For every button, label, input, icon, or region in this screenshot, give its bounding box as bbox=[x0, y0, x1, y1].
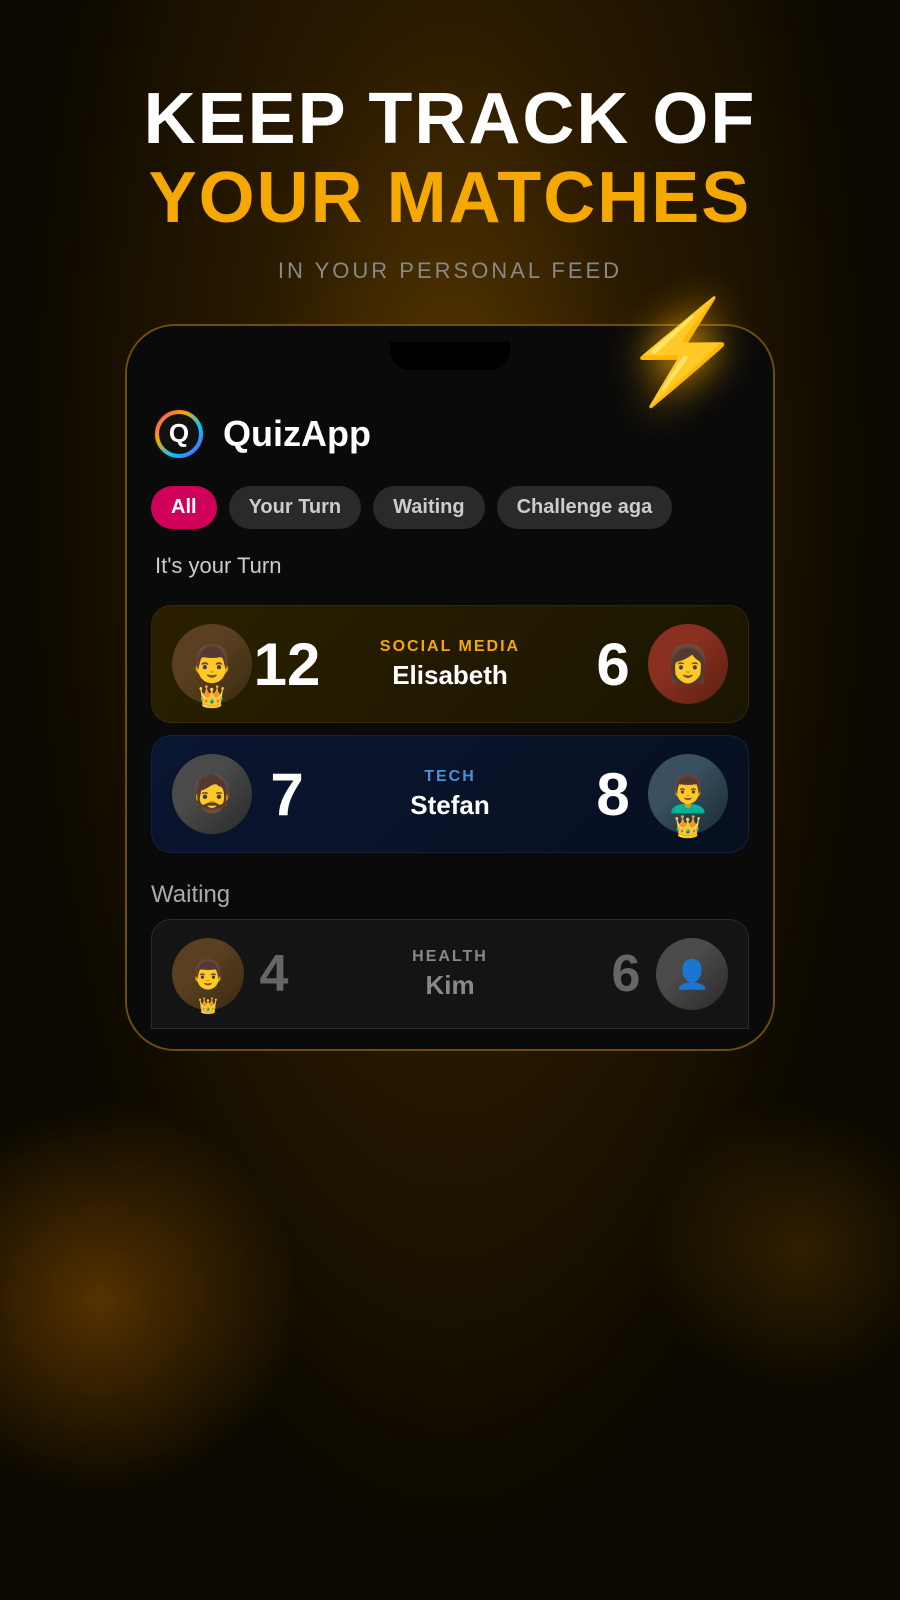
tab-all[interactable]: All bbox=[151, 486, 217, 529]
match-center-social: SOCIAL MEDIA Elisabeth bbox=[322, 638, 578, 691]
my-avatar-img-tech: 🧔 bbox=[172, 754, 252, 834]
my-avatar-tech: 🧔 bbox=[172, 754, 252, 834]
my-score-tech: 7 bbox=[252, 760, 322, 829]
my-score-health: 4 bbox=[244, 944, 304, 1004]
match-center-tech: TECH Stefan bbox=[322, 768, 578, 821]
opp-avatar-tech: 👨‍🦱 👑 bbox=[648, 754, 728, 834]
svg-text:Q: Q bbox=[169, 418, 189, 448]
match-category-tech: TECH bbox=[332, 768, 568, 786]
match-category-health: HEALTH bbox=[314, 948, 586, 966]
match-opponent-health: Kim bbox=[314, 970, 586, 1001]
match-center-health: HEALTH Kim bbox=[304, 948, 596, 1001]
filter-tabs: All Your Turn Waiting Challenge aga bbox=[151, 486, 749, 529]
tab-your-turn[interactable]: Your Turn bbox=[229, 486, 362, 529]
match-opponent-social: Elisabeth bbox=[332, 660, 568, 691]
match-card-tech[interactable]: 🧔 7 TECH Stefan 8 👨‍🦱 👑 bbox=[151, 735, 749, 853]
match-category-social: SOCIAL MEDIA bbox=[332, 638, 568, 656]
match-opponent-tech: Stefan bbox=[332, 790, 568, 821]
match-card-social-media[interactable]: 👨 👑 12 SOCIAL MEDIA Elisabeth 6 👩 bbox=[151, 605, 749, 723]
main-content: KEEP TRACK OF YOUR MATCHES IN YOUR PERSO… bbox=[0, 0, 900, 1600]
opp-avatar-img-social: 👩 bbox=[648, 624, 728, 704]
app-logo-icon: Q bbox=[151, 406, 207, 462]
my-avatar-health: 👨 👑 bbox=[172, 938, 244, 1010]
header-title-line2: YOUR MATCHES bbox=[144, 159, 757, 238]
your-turn-section-label: It's your Turn bbox=[151, 553, 749, 579]
phone-mockup: ⚡ Q bbox=[125, 324, 775, 1051]
app-logo-row: Q QuizApp bbox=[151, 406, 749, 462]
my-avatar-social: 👨 👑 bbox=[172, 624, 252, 704]
opp-crown-tech: 👑 bbox=[674, 814, 701, 840]
header-title-line1: KEEP TRACK OF bbox=[144, 80, 757, 159]
opp-score-health: 6 bbox=[596, 944, 656, 1004]
waiting-section-label: Waiting bbox=[151, 865, 749, 919]
phone-frame: Q QuizApp All bbox=[125, 324, 775, 1051]
opp-avatar-img-health: 👤 bbox=[656, 938, 728, 1010]
my-avatar-img-health: 👨 👑 bbox=[172, 938, 244, 1010]
my-crown-health: 👑 bbox=[198, 996, 218, 1016]
matches-area: 👨 👑 12 SOCIAL MEDIA Elisabeth 6 👩 bbox=[127, 605, 773, 1049]
phone-notch bbox=[390, 342, 510, 370]
tab-waiting[interactable]: Waiting bbox=[373, 486, 484, 529]
my-score-social: 12 bbox=[252, 630, 322, 699]
tab-challenge[interactable]: Challenge aga bbox=[497, 486, 673, 529]
opp-score-social: 6 bbox=[578, 630, 648, 699]
match-card-health[interactable]: 👨 👑 4 HEALTH Kim 6 👤 bbox=[151, 919, 749, 1029]
header-subtitle: IN YOUR PERSONAL FEED bbox=[144, 258, 757, 284]
lightning-icon: ⚡ bbox=[620, 294, 745, 411]
my-crown-social: 👑 bbox=[198, 684, 225, 710]
opp-avatar-social: 👩 bbox=[648, 624, 728, 704]
opp-score-tech: 8 bbox=[578, 760, 648, 829]
app-name: QuizApp bbox=[223, 413, 371, 455]
header: KEEP TRACK OF YOUR MATCHES IN YOUR PERSO… bbox=[144, 80, 757, 284]
app-content: Q QuizApp All bbox=[127, 386, 773, 605]
opp-avatar-health: 👤 bbox=[656, 938, 728, 1010]
